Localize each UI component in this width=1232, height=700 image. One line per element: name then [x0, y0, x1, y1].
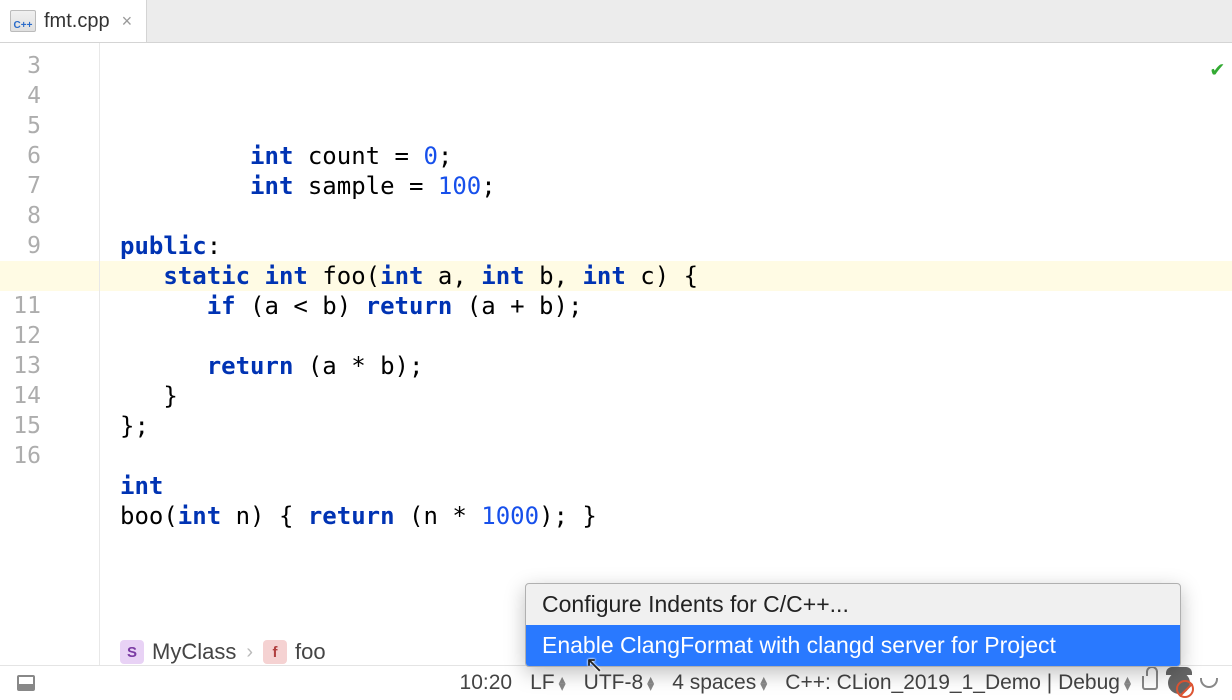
menu-item[interactable]: Enable ClangFormat with clangd server fo…	[526, 625, 1180, 666]
close-icon[interactable]: ×	[122, 11, 133, 32]
line-number-gutter: 345678910111213141516	[0, 43, 100, 665]
code-line[interactable]: public:	[120, 231, 1232, 261]
lock-icon[interactable]	[1142, 676, 1158, 690]
tab-filename: fmt.cpp	[44, 10, 110, 33]
preview-icon[interactable]	[1200, 678, 1218, 688]
inspection-ok-icon[interactable]: ✔	[1211, 55, 1224, 85]
line-number: 12	[0, 321, 99, 351]
indent-setting[interactable]: 4 spaces ▴▾	[665, 671, 774, 695]
code-line[interactable]: if (a < b) return (a + b);	[120, 291, 1232, 321]
status-bar: 10:20 LF ▴▾ UTF-8 ▴▾ 4 spaces ▴▾ C++: CL…	[0, 665, 1232, 700]
current-line-highlight	[0, 261, 99, 291]
function-icon: f	[263, 640, 287, 664]
code-line[interactable]	[120, 441, 1232, 471]
updown-icon: ▴▾	[760, 676, 767, 690]
line-number: 3	[0, 51, 99, 81]
code-line[interactable]: static int foo(int a, int b, int c) {	[120, 261, 1232, 291]
line-number: 7	[0, 171, 99, 201]
breadcrumb-separator-icon: ›	[246, 641, 253, 664]
code-line[interactable]: int count = 0;	[120, 141, 1232, 171]
code-editor[interactable]: ✔ int count = 0; int sample = 100; publi…	[100, 43, 1232, 665]
tool-window-icon[interactable]	[17, 675, 35, 691]
line-number: 16	[0, 441, 99, 471]
indent-popup-menu: Configure Indents for C/C++...Enable Cla…	[525, 583, 1181, 667]
code-line[interactable]: int	[120, 471, 1232, 501]
line-number: 14	[0, 381, 99, 411]
line-number: 13	[0, 351, 99, 381]
breadcrumb: S MyClass › ffoo	[120, 639, 326, 665]
line-number: 9	[0, 231, 99, 261]
code-line[interactable]: }	[120, 381, 1232, 411]
line-number: 15	[0, 411, 99, 441]
run-config[interactable]: C++: CLion_2019_1_Demo | Debug ▴▾	[778, 671, 1138, 695]
breadcrumb-item[interactable]: ffoo	[263, 639, 326, 665]
code-line[interactable]	[120, 321, 1232, 351]
code-line[interactable]	[120, 531, 1232, 561]
code-line[interactable]: boo(int n) { return (n * 1000); }	[120, 501, 1232, 531]
line-number: 4	[0, 81, 99, 111]
forbidden-icon	[1176, 680, 1194, 698]
line-number: 5	[0, 111, 99, 141]
line-number: 6	[0, 141, 99, 171]
code-line[interactable]: int sample = 100;	[120, 171, 1232, 201]
line-number: 11	[0, 291, 99, 321]
breadcrumb-label: foo	[295, 639, 326, 665]
updown-icon: ▴▾	[559, 676, 566, 690]
mouse-cursor-icon: ↖	[585, 652, 603, 678]
updown-icon: ▴▾	[1124, 676, 1131, 690]
code-line[interactable]: return (a * b);	[120, 351, 1232, 381]
breadcrumb-item[interactable]: S MyClass	[120, 639, 236, 665]
cursor-position[interactable]: 10:20	[453, 671, 520, 695]
menu-item[interactable]: Configure Indents for C/C++...	[526, 584, 1180, 625]
code-line[interactable]	[120, 201, 1232, 231]
line-number: 8	[0, 201, 99, 231]
updown-icon: ▴▾	[647, 676, 654, 690]
breadcrumb-label: MyClass	[152, 639, 236, 665]
code-line[interactable]: };	[120, 411, 1232, 441]
line-separator[interactable]: LF ▴▾	[523, 671, 573, 695]
struct-icon: S	[120, 640, 144, 664]
cpp-file-icon	[10, 10, 36, 32]
file-tab[interactable]: fmt.cpp ×	[0, 0, 147, 42]
